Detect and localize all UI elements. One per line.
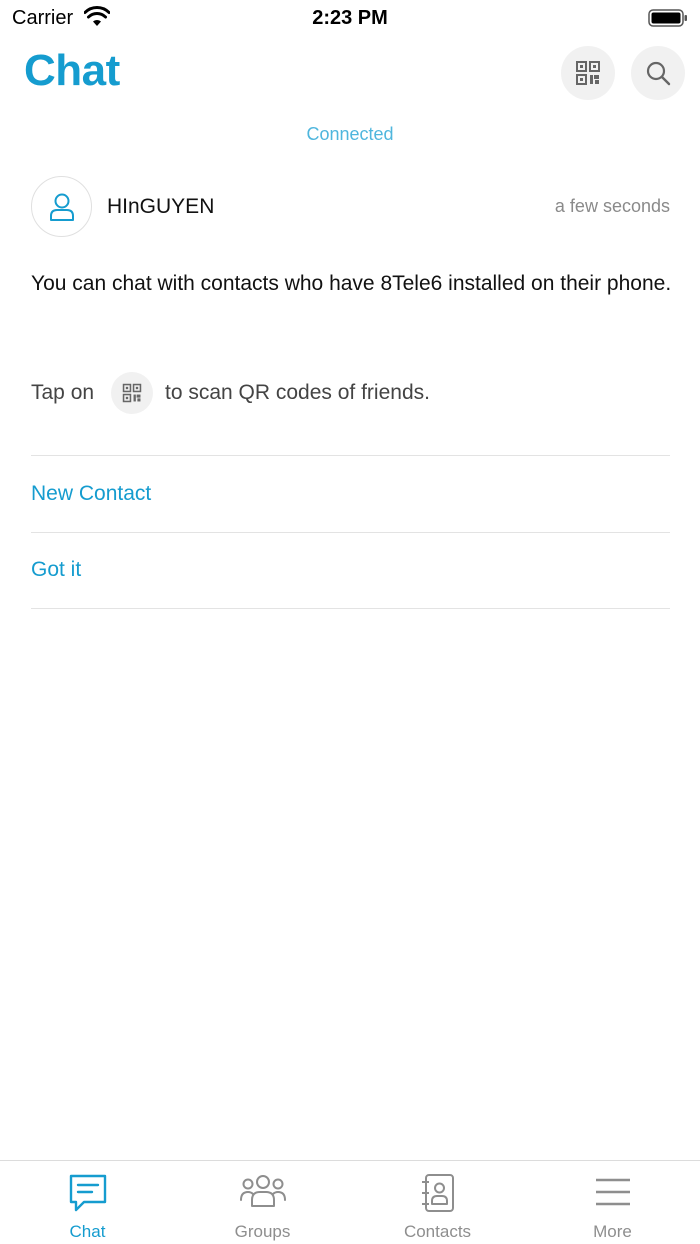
qr-code-icon (122, 383, 142, 403)
tab-label: Contacts (403, 1222, 472, 1241)
tab-bar: Chat Groups Contacts More (0, 1160, 700, 1244)
qr-scan-button[interactable] (561, 46, 615, 100)
avatar (31, 176, 92, 237)
divider (31, 532, 670, 533)
groups-icon (239, 1175, 286, 1207)
tab-chat[interactable]: Chat (0, 1161, 175, 1244)
tab-more[interactable]: More (525, 1161, 700, 1244)
tab-label: Chat (69, 1222, 106, 1241)
contacts-icon (421, 1174, 454, 1212)
tab-contacts[interactable]: Contacts (350, 1161, 525, 1244)
divider (31, 608, 670, 609)
contact-name: HInGUYEN (107, 195, 215, 218)
page-title: Chat (24, 46, 120, 95)
qr-hint: Tap on to scan QR codes of friends. (31, 372, 671, 414)
search-icon (646, 61, 671, 86)
header: Chat (0, 44, 700, 104)
tab-groups[interactable]: Groups (175, 1161, 350, 1244)
tab-label: Groups (234, 1222, 291, 1241)
status-time: 2:23 PM (312, 7, 388, 29)
got-it-link[interactable]: Got it (31, 558, 81, 582)
qr-hint-prefix: Tap on (31, 381, 95, 404)
chat-list-item[interactable]: HInGUYEN a few seconds (31, 176, 670, 238)
search-button[interactable] (631, 46, 685, 100)
info-message: You can chat with contacts who have 8Tel… (31, 272, 672, 295)
tab-label: More (593, 1222, 632, 1241)
chat-timestamp: a few seconds (554, 196, 670, 216)
menu-icon (595, 1178, 630, 1206)
new-contact-link[interactable]: New Contact (31, 482, 151, 506)
battery-icon (648, 9, 687, 27)
qr-hint-suffix: to scan QR codes of friends. (165, 381, 430, 404)
chat-icon (69, 1174, 106, 1212)
user-icon (49, 193, 74, 221)
divider (31, 455, 670, 456)
qr-code-icon (576, 61, 600, 85)
qr-hint-button[interactable] (111, 372, 153, 414)
connection-status: Connected (306, 124, 394, 144)
status-bar: Carrier 2:23 PM (0, 0, 700, 36)
